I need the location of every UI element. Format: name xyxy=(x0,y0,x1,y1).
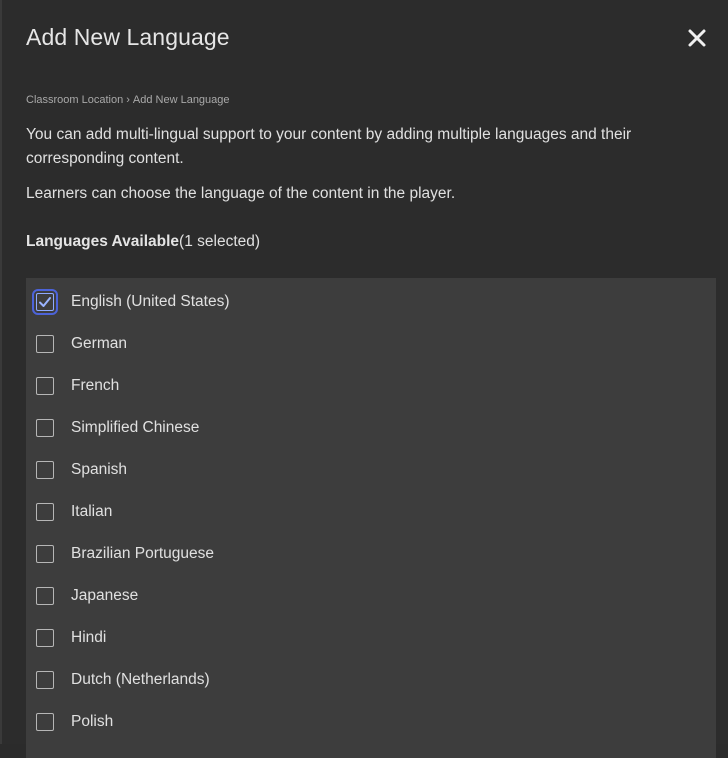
language-checkbox[interactable] xyxy=(36,545,54,563)
breadcrumb-parent-link[interactable]: Classroom Location xyxy=(26,94,123,106)
language-checkbox[interactable] xyxy=(36,335,54,353)
breadcrumb-separator: › xyxy=(126,94,130,106)
languages-heading-label: Languages Available xyxy=(26,233,180,250)
language-option[interactable]: Brazilian Portuguese xyxy=(36,539,214,569)
language-checkbox[interactable] xyxy=(36,713,54,731)
language-option[interactable]: Japanese xyxy=(36,581,138,611)
language-option-label: Simplified Chinese xyxy=(71,419,200,436)
language-option-label: Spanish xyxy=(71,461,128,478)
language-checkbox[interactable] xyxy=(36,503,54,521)
languages-available-heading: Languages Available(1 selected) xyxy=(26,230,260,254)
selected-count: (1 selected) xyxy=(179,233,261,250)
language-option[interactable]: Polish xyxy=(36,707,113,737)
language-checkbox[interactable] xyxy=(36,461,54,479)
language-option[interactable]: English (United States) xyxy=(32,287,230,317)
language-checkbox[interactable] xyxy=(36,377,54,395)
language-option[interactable]: Spanish xyxy=(36,455,127,485)
language-option-label: French xyxy=(71,377,120,394)
language-checkbox[interactable] xyxy=(36,629,54,647)
language-option-label: Polish xyxy=(71,713,114,730)
close-icon[interactable] xyxy=(686,27,708,49)
language-checkbox[interactable] xyxy=(36,587,54,605)
language-option-label: Italian xyxy=(71,503,113,520)
language-option-label: Dutch (Netherlands) xyxy=(71,671,210,688)
learner-info-text: Learners can choose the language of the … xyxy=(26,185,456,202)
language-option[interactable]: French xyxy=(36,371,119,401)
language-checkbox[interactable] xyxy=(36,671,54,689)
language-checkbox[interactable] xyxy=(36,419,54,437)
language-option[interactable]: Simplified Chinese xyxy=(36,413,199,443)
checkmark-icon xyxy=(39,297,51,307)
language-option[interactable]: Italian xyxy=(36,497,112,527)
close-button[interactable] xyxy=(686,27,708,49)
language-option-label: Japanese xyxy=(71,587,139,604)
breadcrumb-current: Add New Language xyxy=(132,94,230,106)
language-list: English (United States) German French Simpl… xyxy=(26,278,716,758)
language-option[interactable]: Dutch (Netherlands) xyxy=(36,665,210,695)
language-option-label: German xyxy=(71,335,127,352)
language-option-label: Brazilian Portuguese xyxy=(71,545,215,562)
dialog-title: Add New Language xyxy=(26,24,230,50)
language-option-label: English (United States) xyxy=(71,293,230,310)
breadcrumb: Classroom Location › Add New Language xyxy=(26,94,230,106)
language-option-label: Hindi xyxy=(71,629,107,646)
language-option[interactable]: Hindi xyxy=(36,623,106,653)
add-language-dialog: Add New Language Classroom Location › Add … xyxy=(0,0,728,758)
language-checkbox[interactable] xyxy=(32,289,58,315)
description-text: You can add multi-lingual support to you… xyxy=(26,126,632,167)
language-option[interactable]: German xyxy=(36,329,127,359)
